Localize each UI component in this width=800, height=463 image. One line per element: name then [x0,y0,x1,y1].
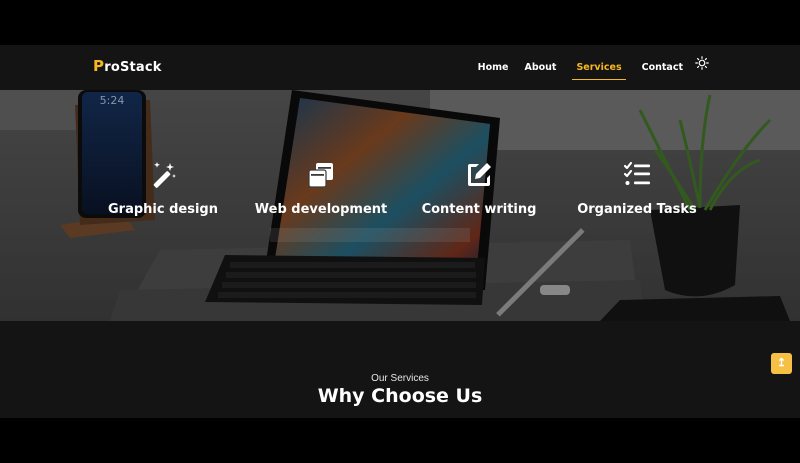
services-row: Graphic design Web development Content w… [0,160,800,240]
task-list-icon [623,161,650,185]
magic-wand-icon [153,162,176,188]
service-graphic-design[interactable]: Graphic design [78,160,248,217]
page: ProStack Home About Services Contact 5:2… [0,0,800,463]
section-subtitle: Our Services [371,373,429,384]
services-section: Our Services Why Choose Us [0,321,800,418]
edit-pen-icon [468,163,491,186]
sun-icon[interactable] [695,56,709,70]
service-web-development[interactable]: Web development [236,160,406,217]
nav-services[interactable]: Services [572,58,626,80]
service-title: Content writing [421,202,537,217]
service-content-writing[interactable]: Content writing [394,160,564,217]
logo[interactable]: ProStack [93,57,162,75]
arrow-up-icon: ↥ [776,357,787,369]
nav-contact[interactable]: Contact [642,58,683,77]
service-title: Web development [254,202,388,217]
nav-about[interactable]: About [524,58,556,77]
logo-text: roStack [104,60,162,75]
service-organized-tasks[interactable]: Organized Tasks [552,160,722,217]
scroll-to-top-button[interactable]: ↥ [771,353,792,374]
service-title: Graphic design [108,202,218,217]
navbar: ProStack Home About Services Contact [0,45,800,90]
section-title: Why Choose Us [317,385,483,407]
nav-links: Home About Services Contact [462,45,683,90]
logo-initial: P [93,57,105,75]
nav-home[interactable]: Home [478,58,509,77]
copy-windows-icon [308,163,333,188]
hero-banner: 5:24 Graphic design Web development Cont… [0,90,800,321]
service-title: Organized Tasks [577,202,697,217]
